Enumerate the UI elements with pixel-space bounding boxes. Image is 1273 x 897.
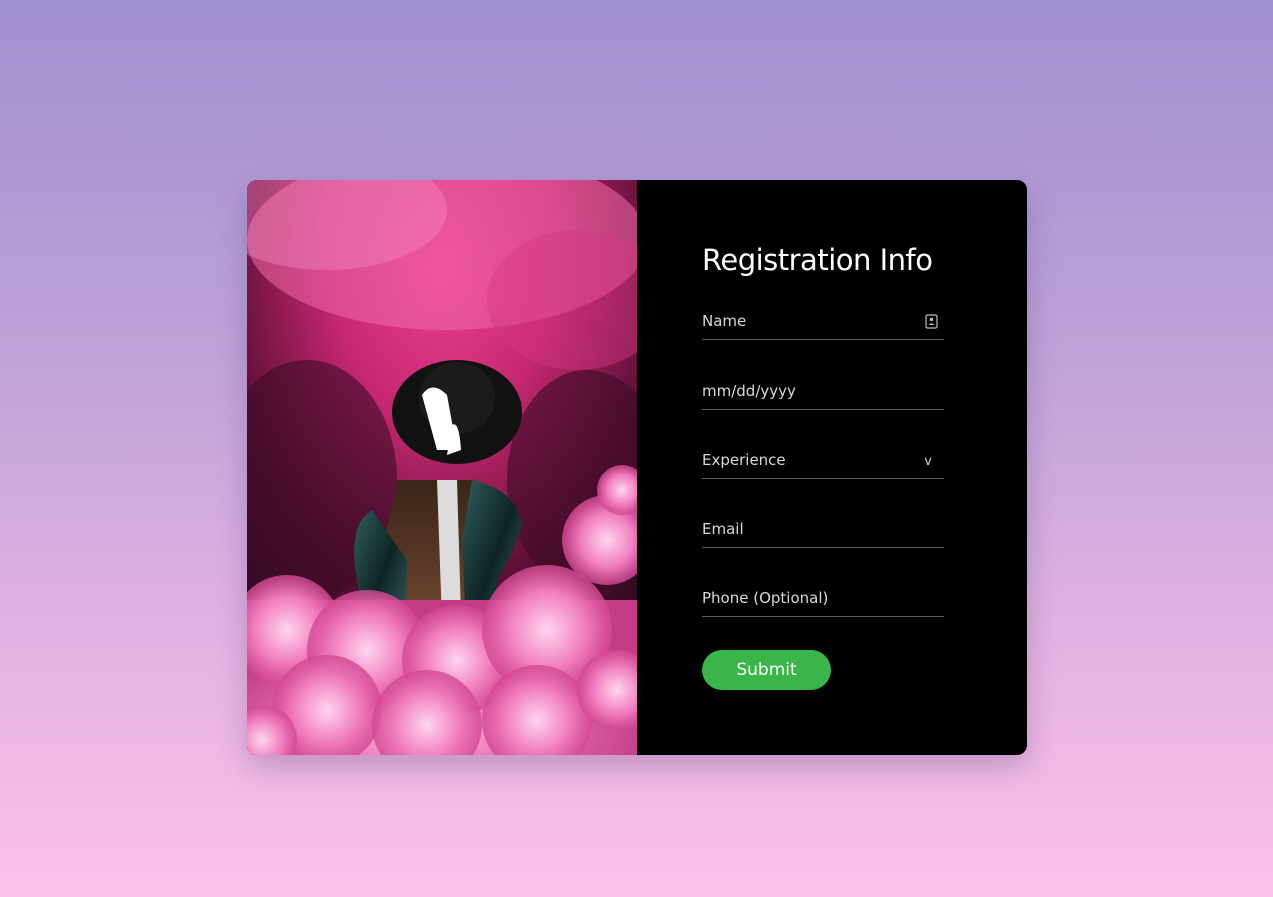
smoke-portrait-image xyxy=(247,180,637,755)
registration-form-panel: Registration Info Name mm/dd/yyyy Experi… xyxy=(637,180,1027,755)
experience-select[interactable]: Experience v xyxy=(702,445,944,479)
experience-placeholder: Experience xyxy=(702,451,786,469)
name-field[interactable]: Name xyxy=(702,306,944,340)
phone-placeholder: Phone (Optional) xyxy=(702,589,829,607)
email-placeholder: Email xyxy=(702,520,744,538)
phone-field[interactable]: Phone (Optional) xyxy=(702,583,944,617)
email-field[interactable]: Email xyxy=(702,514,944,548)
name-placeholder: Name xyxy=(702,312,747,330)
registration-card: Registration Info Name mm/dd/yyyy Experi… xyxy=(247,180,1027,755)
hero-photo xyxy=(247,180,637,755)
chevron-down-icon: v xyxy=(924,454,932,469)
form-title: Registration Info xyxy=(702,243,933,277)
registration-form: Registration Info Name mm/dd/yyyy Experi… xyxy=(702,238,944,690)
contact-card-icon xyxy=(925,314,938,329)
submit-button[interactable]: Submit xyxy=(702,650,831,690)
date-placeholder: mm/dd/yyyy xyxy=(702,382,796,400)
date-field[interactable]: mm/dd/yyyy xyxy=(702,376,944,410)
